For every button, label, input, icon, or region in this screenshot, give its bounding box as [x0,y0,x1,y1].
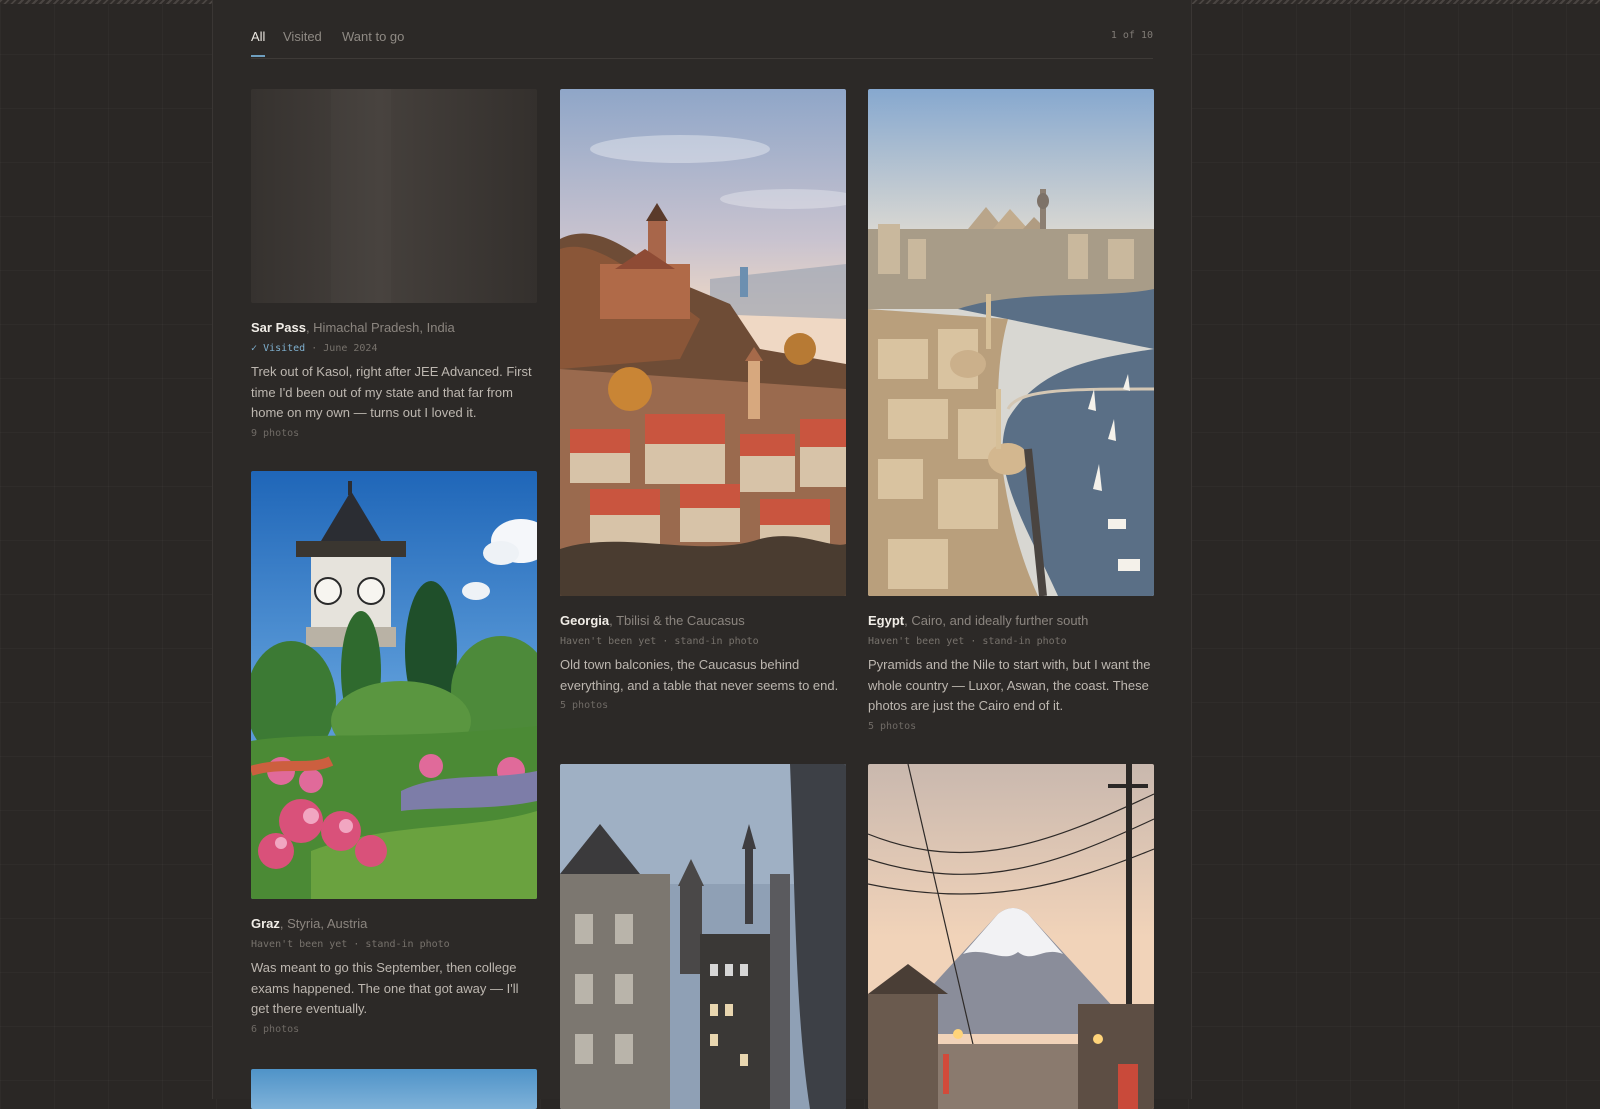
photo-count: 5 photos [560,700,609,711]
check-icon: ✓ [251,343,258,354]
visited-badge: Visited [263,343,306,354]
place-status: ✓ Visited · June 2024 [251,342,537,356]
visit-date: · June 2024 [305,343,378,354]
place-region: , Tbilisi & the Caucasus [609,613,745,628]
place-card-georgia[interactable]: Georgia, Tbilisi & the Caucasus Haven't … [560,89,846,711]
place-card-partial[interactable] [251,1069,537,1109]
place-card-sar-pass[interactable]: Sar Pass, Himachal Pradesh, India ✓ Visi… [251,89,537,439]
place-card-canal-street[interactable] [560,764,846,1109]
photo-count: 6 photos [251,1023,300,1035]
page-indicator: 1 of 10 [1110,30,1153,41]
content-column: All Visited Want to go 1 of 10 Sar Pass,… [212,0,1192,1109]
tab-all[interactable]: All [251,29,266,57]
place-photo-cairo[interactable] [868,89,1154,596]
place-card-fuji-street[interactable] [868,764,1154,1109]
place-card-egypt[interactable]: Egypt, Cairo, and ideally further south … [868,89,1154,732]
place-status: Haven't been yet · stand-in photo [868,636,1067,647]
photo-count: 9 photos [251,427,300,439]
place-region: , Himachal Pradesh, India [305,320,455,335]
place-description: Old town balconies, the Caucasus behind … [560,657,839,693]
place-title: Georgia, Tbilisi & the Caucasus [560,612,846,630]
place-description: Pyramids and the Nile to start with, but… [868,657,1151,713]
photo-count: 5 photos [868,720,917,732]
place-description: Was meant to go this September, then col… [251,960,519,1016]
place-photo-graz-clock-tower[interactable] [251,471,537,899]
place-photo-tbilisi[interactable] [560,89,846,596]
place-title: Graz, Styria, Austria [251,915,537,933]
place-photo-placeholder[interactable] [251,89,537,303]
place-card-graz[interactable]: Graz, Styria, Austria Haven't been yet ·… [251,471,537,1035]
place-title: Sar Pass, Himachal Pradesh, India [251,319,537,337]
place-name: Sar Pass [251,320,306,335]
filter-tabs: All Visited Want to go 1 of 10 [251,22,1153,59]
place-photo-partial[interactable] [251,1069,537,1109]
tab-want-to-go[interactable]: Want to go [342,29,404,56]
place-name: Egypt [868,613,905,628]
place-photo-fuji-street[interactable] [868,764,1154,1109]
place-name: Graz [251,916,280,931]
place-photo-canal-street[interactable] [560,764,846,1109]
place-description: Trek out of Kasol, right after JEE Advan… [251,364,532,420]
place-name: Georgia [560,613,610,628]
tab-visited[interactable]: Visited [283,29,322,56]
place-region: , Styria, Austria [279,916,368,931]
place-status: Haven't been yet · stand-in photo [251,939,450,950]
place-title: Egypt, Cairo, and ideally further south [868,612,1154,630]
place-region: , Cairo, and ideally further south [904,613,1089,628]
place-status: Haven't been yet · stand-in photo [560,636,759,647]
